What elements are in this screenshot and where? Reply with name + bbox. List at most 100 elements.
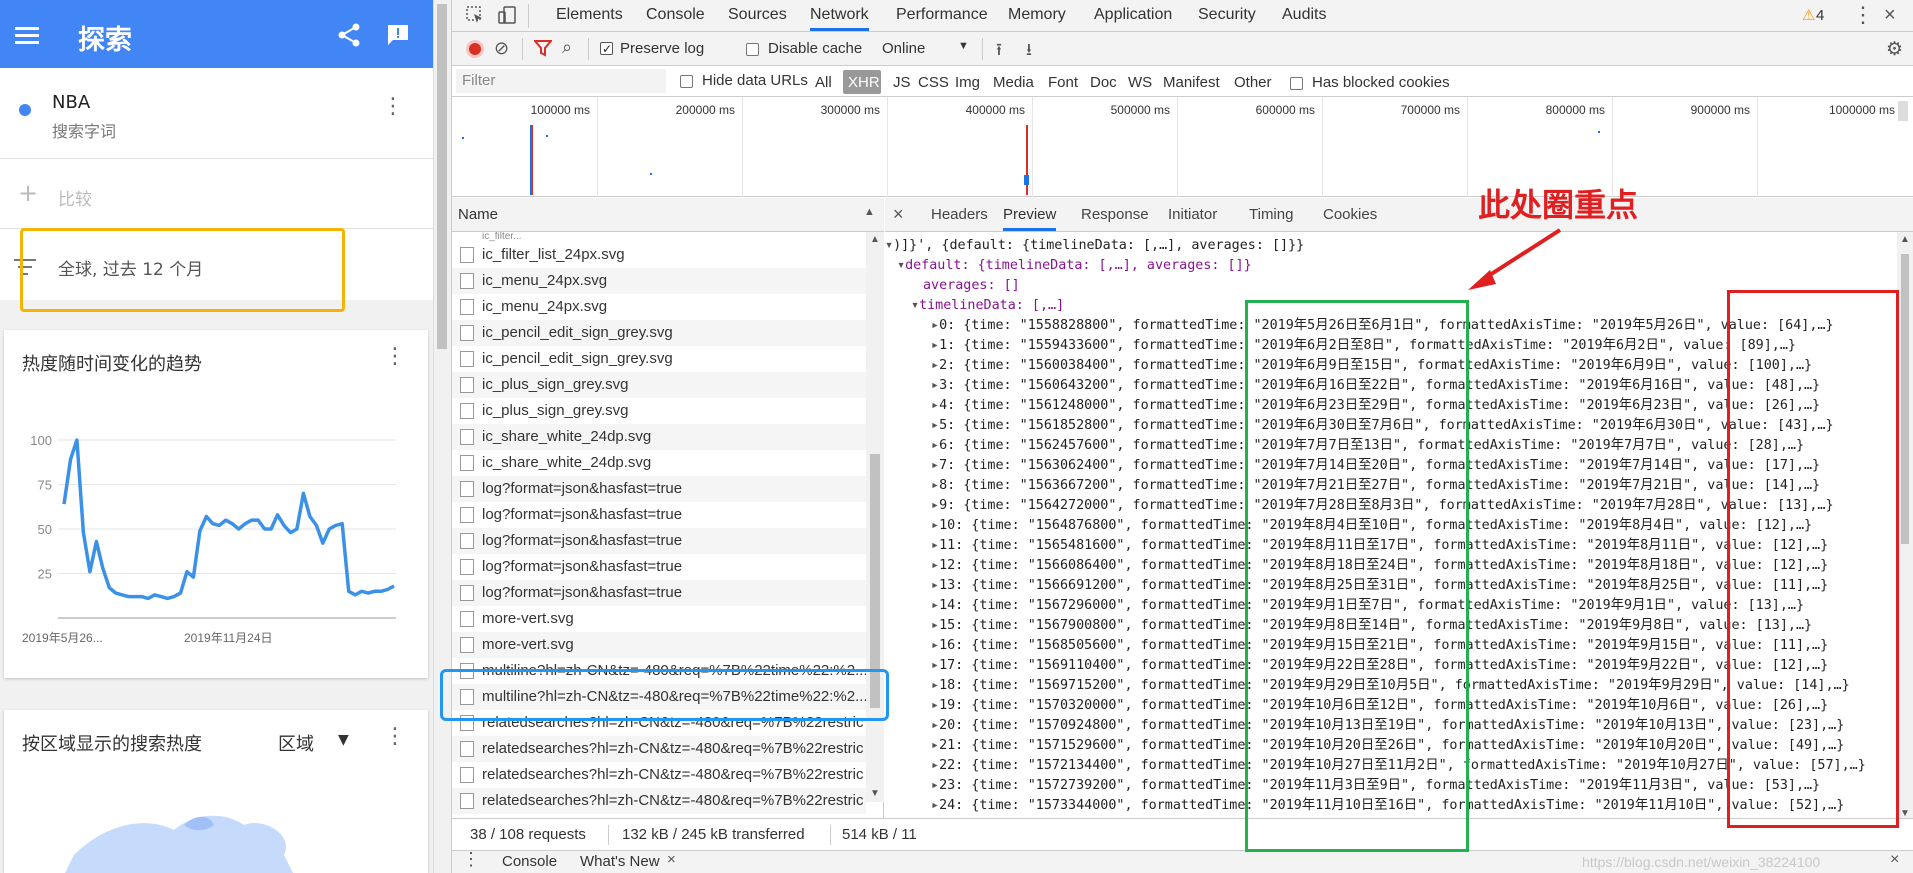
hide-data-urls-checkbox[interactable] (680, 73, 693, 90)
request-row[interactable]: relatedsearches?hl=zh-CN&tz=-480&req=%7B… (452, 788, 866, 814)
menu-icon[interactable] (12, 20, 42, 50)
more-options-icon[interactable]: ⋮ (1852, 2, 1874, 28)
type-css[interactable]: CSS (918, 74, 949, 91)
request-row[interactable]: log?format=json&hasfast=true (452, 554, 866, 580)
tab-performance[interactable]: Performance (896, 6, 988, 24)
type-doc[interactable]: Doc (1090, 74, 1117, 91)
request-row[interactable]: log?format=json&hasfast=true (452, 528, 866, 554)
type-img[interactable]: Img (955, 74, 980, 91)
page-scrollbar-thumb[interactable] (437, 4, 447, 349)
close-drawer-icon[interactable]: × (1890, 851, 1899, 869)
request-row[interactable]: ic_menu_24px.svg (452, 268, 866, 294)
name-column-header[interactable]: Name ▲ (452, 198, 884, 232)
request-row[interactable]: log?format=json&hasfast=true (452, 476, 866, 502)
search-icon[interactable]: ⌕ (562, 37, 572, 58)
compare-row[interactable]: + 比较 (0, 158, 433, 228)
preserve-log-checkbox[interactable] (600, 41, 613, 58)
highlight-box-blue (440, 669, 889, 721)
dropdown-arrow-icon[interactable]: ▼ (338, 732, 349, 748)
filter-input[interactable]: Filter (456, 69, 666, 93)
type-js[interactable]: JS (893, 74, 911, 91)
type-manifest[interactable]: Manifest (1163, 74, 1220, 91)
share-icon[interactable] (334, 20, 364, 50)
tab-console[interactable]: Console (646, 6, 705, 24)
network-overview[interactable]: 100000 ms 200000 ms 300000 ms 400000 ms … (452, 97, 1913, 197)
json-root-line[interactable]: ▾)]}', {default: {timelineData: [,…], av… (885, 236, 1304, 256)
throttle-select[interactable]: Online (882, 40, 925, 57)
disable-cache-label[interactable]: Disable cache (768, 40, 862, 57)
close-icon[interactable]: × (1884, 4, 1896, 27)
request-row[interactable]: ic_share_white_24dp.svg (452, 424, 866, 450)
request-row[interactable]: ic_plus_sign_grey.svg (452, 372, 866, 398)
tab-network[interactable]: Network (810, 6, 869, 31)
drawer-tab-bar: ⋮ Console What's New × https://blog.csdn… (452, 849, 1913, 873)
network-status-bar: 38 / 108 requests 132 kB / 245 kB transf… (452, 818, 1913, 850)
tab-headers[interactable]: Headers (931, 206, 988, 223)
gear-icon[interactable]: ⚙ (1886, 38, 1903, 61)
list-item[interactable]: ic_filter... (452, 232, 866, 242)
tab-sources[interactable]: Sources (728, 6, 787, 24)
tab-cookies[interactable]: Cookies (1323, 206, 1377, 223)
request-row[interactable]: ic_menu_24px.svg (452, 294, 866, 320)
disable-cache-checkbox[interactable] (746, 41, 759, 58)
warning-icon[interactable]: ⚠ (1802, 6, 1815, 24)
tab-elements[interactable]: Elements (556, 6, 623, 24)
preview-scroll-thumb[interactable] (1901, 254, 1909, 544)
request-row[interactable]: ic_share_white_24dp.svg (452, 450, 866, 476)
close-icon[interactable]: × (893, 204, 904, 225)
tab-response[interactable]: Response (1081, 206, 1149, 223)
blocked-cookies-checkbox[interactable] (1290, 75, 1303, 92)
drawer-tab-console[interactable]: Console (502, 853, 557, 870)
request-row[interactable]: more-vert.svg (452, 606, 866, 632)
type-other[interactable]: Other (1234, 74, 1272, 91)
close-icon[interactable]: × (667, 851, 676, 868)
hide-data-urls-label[interactable]: Hide data URLs (702, 72, 808, 89)
more-vert-icon[interactable]: ⋮ (384, 724, 406, 749)
request-row[interactable]: relatedsearches?hl=zh-CN&tz=-480&req=%7B… (452, 762, 866, 788)
file-icon (460, 559, 474, 575)
tab-application[interactable]: Application (1094, 6, 1172, 24)
type-all[interactable]: All (815, 74, 832, 91)
export-har-icon[interactable]: ⭳ (1026, 37, 1032, 66)
type-font[interactable]: Font (1048, 74, 1078, 91)
type-media[interactable]: Media (993, 74, 1034, 91)
type-ws[interactable]: WS (1128, 74, 1152, 91)
record-button[interactable] (466, 40, 484, 58)
tab-security[interactable]: Security (1198, 6, 1256, 24)
clear-icon[interactable]: ⊘ (494, 38, 509, 59)
tab-audits[interactable]: Audits (1282, 6, 1326, 24)
preserve-log-label[interactable]: Preserve log (620, 40, 704, 57)
request-row[interactable]: ic_filter_list_24px.svg (452, 242, 866, 268)
filter-funnel-icon[interactable] (532, 39, 554, 61)
request-row[interactable]: relatedsearches?hl=zh-CN&tz=-480&req=%7B… (452, 736, 866, 762)
type-xhr[interactable]: XHR (848, 74, 880, 91)
tab-initiator[interactable]: Initiator (1168, 206, 1217, 223)
more-vert-icon[interactable]: ⋮ (384, 344, 406, 369)
import-har-icon[interactable]: ⭱ (996, 37, 1002, 66)
tab-timing[interactable]: Timing (1249, 206, 1293, 223)
region-select[interactable]: 区域 (278, 730, 314, 756)
device-toolbar-icon[interactable] (498, 6, 516, 28)
chevron-down-icon[interactable]: ▼ (958, 40, 969, 52)
inspect-icon[interactable] (466, 6, 484, 28)
request-row[interactable]: ic_pencil_edit_sign_grey.svg (452, 320, 866, 346)
request-bar (1024, 175, 1029, 185)
request-row[interactable]: log?format=json&hasfast=true (452, 502, 866, 528)
tab-memory[interactable]: Memory (1008, 6, 1066, 24)
request-row[interactable]: ic_pencil_edit_sign_grey.svg (452, 346, 866, 372)
blocked-cookies-label[interactable]: Has blocked cookies (1312, 74, 1450, 91)
warning-count[interactable]: 4 (1816, 7, 1824, 24)
annotation-arrow (1468, 228, 1562, 290)
request-row[interactable]: ic_plus_sign_grey.svg (452, 398, 866, 424)
json-timeline-line[interactable]: ▾timelineData: [,…] (911, 296, 1064, 316)
search-term-card[interactable]: NBA 搜索字词 ⋮ (0, 68, 433, 158)
drawer-menu-icon[interactable]: ⋮ (462, 849, 480, 870)
more-vert-icon[interactable]: ⋮ (382, 96, 404, 118)
request-row[interactable]: more-vert.svg (452, 632, 866, 658)
feedback-icon[interactable] (383, 20, 413, 50)
drawer-tab-whats-new[interactable]: What's New (580, 853, 660, 870)
tab-preview[interactable]: Preview (1003, 206, 1057, 231)
request-row[interactable]: log?format=json&hasfast=true (452, 580, 866, 606)
overview-scroll[interactable] (1898, 101, 1908, 121)
json-default-line[interactable]: ▾default: {timelineData: [,…], averages:… (897, 256, 1252, 276)
